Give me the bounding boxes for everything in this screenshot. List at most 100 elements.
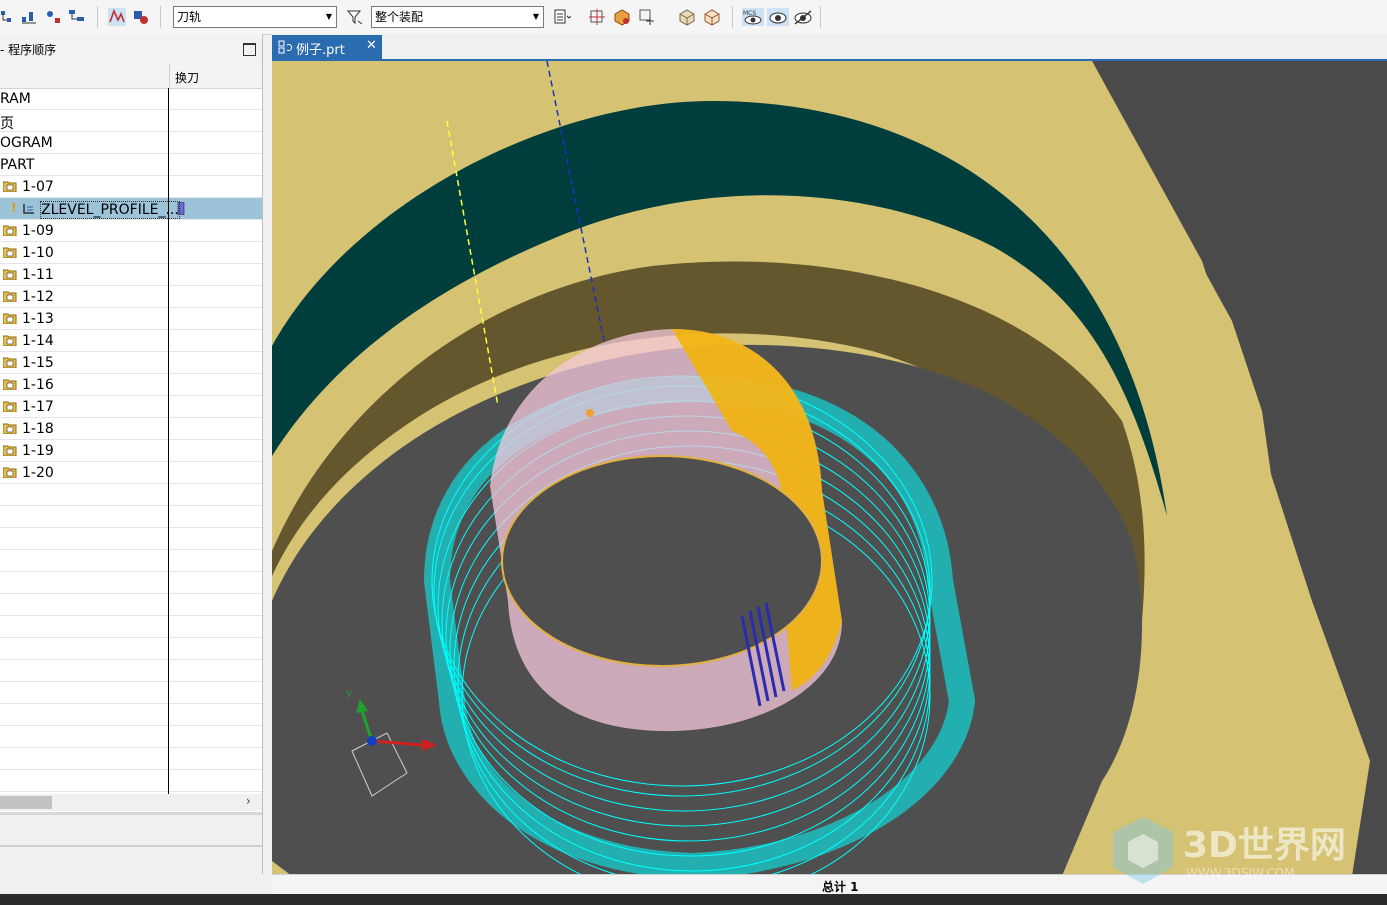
table-row[interactable] [0,528,262,550]
table-row[interactable]: 1-19 [0,440,262,462]
row-label: 1-10 [22,245,54,261]
row-label: 页 [0,116,14,132]
wireframe-view-icon[interactable] [703,8,721,26]
table-row[interactable]: 1-16 [0,374,262,396]
table-row[interactable] [0,550,262,572]
show-toolpath-icon[interactable] [108,8,126,26]
toolbar-separator [160,6,161,28]
background-right-region [1092,61,1387,874]
program-folder-icon [3,423,17,434]
snap-point-icon[interactable] [588,8,606,26]
column-header-tool-change[interactable]: 换刀 [175,69,199,86]
table-row[interactable]: 1-10 [0,242,262,264]
row-label: 1-11 [22,267,54,283]
svg-text:WWW.3DSJW.COM: WWW.3DSJW.COM [1186,866,1295,880]
table-row[interactable] [0,660,262,682]
row-label: 1-16 [22,377,54,393]
chevron-down-icon: ▼ [325,12,332,21]
program-folder-icon [3,379,17,390]
chevron-down-icon: ▼ [532,12,539,21]
scrollbar-thumb[interactable] [0,796,52,809]
navigator-title: - 程序顺序 [0,43,57,57]
warning-icon: ! [11,201,17,215]
show-mcs-icon[interactable]: MCS [742,8,764,26]
selection-scope-combo[interactable]: 整个装配 ▼ [371,6,544,28]
navigator-column-header: 换刀 [0,64,262,89]
scroll-right-icon[interactable]: › [246,794,251,808]
program-folder-icon [3,313,17,324]
row-label: 1-13 [22,311,54,327]
part-file-icon [278,40,293,54]
graphics-viewport[interactable]: Y [272,59,1387,874]
point-add-icon[interactable] [638,8,656,26]
program-folder-icon [3,335,17,346]
table-row[interactable]: 1-11 [0,264,262,286]
table-row[interactable]: 1-18 [0,418,262,440]
shaded-view-icon[interactable] [678,8,696,26]
table-row[interactable] [0,638,262,660]
zlevel-operation-icon [23,204,34,214]
table-row[interactable]: 1-13 [0,308,262,330]
row-label: 1-17 [22,399,54,415]
table-row[interactable]: 1-15 [0,352,262,374]
row-label: 1-14 [22,333,54,349]
show-eye-icon[interactable] [767,8,789,26]
table-row[interactable] [0,704,262,726]
operation-navigator: - 程序顺序 换刀 RAM 页 OGRAM PART 1-07! ZLEVEL_PROFI… [0,34,263,874]
table-row[interactable]: 1-17 [0,396,262,418]
table-row[interactable]: PART [0,154,262,176]
horizontal-scrollbar[interactable]: › [0,794,262,811]
select-list-icon[interactable] [553,8,571,26]
table-row[interactable] [0,594,262,616]
svg-text:3D世界网: 3D世界网 [1183,825,1346,866]
hide-eye-icon[interactable] [792,8,814,26]
table-row[interactable] [0,616,262,638]
table-row[interactable]: RAM [0,88,262,110]
solid-body-icon[interactable] [613,8,631,26]
table-row[interactable] [0,682,262,704]
details-divider [0,845,262,847]
table-row[interactable] [0,572,262,594]
column-divider[interactable] [169,64,170,88]
program-folder-icon [3,445,17,456]
column-separator-line [168,88,169,794]
table-row[interactable]: 1-14 [0,330,262,352]
table-row[interactable] [0,484,262,506]
table-row-selected[interactable]: ! ZLEVEL_PROFILE_... [0,198,262,220]
type-filter-combo[interactable]: 刀轨 ▼ [173,6,337,28]
method-view-icon[interactable] [68,8,86,26]
program-view-icon[interactable] [0,8,18,26]
program-folder-icon [3,357,17,368]
generate-toolpath-icon[interactable] [132,8,150,26]
maximize-icon[interactable] [243,43,256,56]
watermark-logo: 3D世界网 WWW.3DSJW.COM [1113,817,1346,884]
table-row[interactable]: 1-07 [0,176,262,198]
row-label: 1-12 [22,289,54,305]
tab-label: 例子.prt [296,43,345,58]
toolbar-separator [820,6,821,28]
machine-view-icon[interactable] [20,8,38,26]
row-label: RAM [0,91,31,107]
geometry-view-icon[interactable] [45,8,63,26]
table-row[interactable] [0,506,262,528]
table-row[interactable] [0,748,262,770]
program-folder-icon [3,291,17,302]
row-label: 1-20 [22,465,54,481]
table-row[interactable]: 1-09 [0,220,262,242]
table-row[interactable] [0,770,262,792]
tool-position-marker [586,409,594,417]
program-folder-icon [3,181,17,192]
program-folder-icon [3,269,17,280]
program-folder-icon [3,225,17,236]
table-row[interactable] [0,726,262,748]
selection-filter-icon[interactable] [346,8,364,26]
type-filter-value: 刀轨 [177,10,202,24]
table-row[interactable]: 1-20 [0,462,262,484]
axis-y-label: Y [345,690,353,701]
tab-part-file[interactable]: 例子.prt ✕ [272,35,382,59]
table-row[interactable]: OGRAM [0,132,262,154]
taskbar [0,894,1387,905]
table-row[interactable]: 页 [0,110,262,132]
table-row[interactable]: 1-12 [0,286,262,308]
close-icon[interactable]: ✕ [366,38,377,53]
